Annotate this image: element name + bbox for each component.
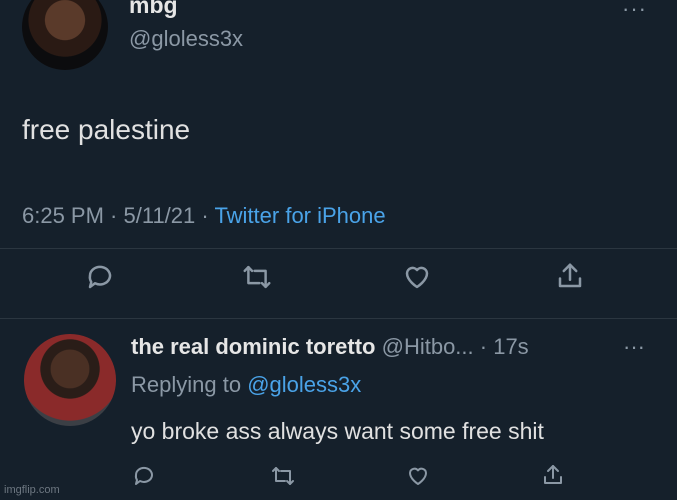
replying-label: Replying to bbox=[131, 372, 242, 397]
tweet-date: 5/11/21 bbox=[123, 203, 196, 228]
display-name[interactable]: the real dominic toretto bbox=[131, 334, 375, 359]
user-handle[interactable]: @gloless3x bbox=[129, 26, 243, 52]
reply-icon[interactable] bbox=[85, 262, 115, 292]
user-handle[interactable]: @Hitbo... bbox=[382, 334, 474, 359]
reply-icon[interactable] bbox=[132, 464, 156, 488]
reply-header: the real dominic toretto @Hitbo... · 17s bbox=[131, 334, 529, 360]
meta-separator: · bbox=[195, 203, 215, 228]
meta-separator: · bbox=[103, 203, 124, 228]
like-icon[interactable] bbox=[401, 262, 433, 292]
more-options-icon[interactable]: ··· bbox=[622, 0, 647, 22]
divider bbox=[0, 248, 677, 249]
avatar[interactable] bbox=[22, 0, 108, 70]
share-icon[interactable] bbox=[555, 260, 585, 292]
display-name[interactable]: mbg bbox=[129, 0, 178, 19]
divider bbox=[0, 318, 677, 319]
retweet-icon[interactable] bbox=[270, 464, 296, 488]
tweet-time[interactable]: · 17s bbox=[480, 334, 529, 359]
tweet-meta: 6:25 PM · 5/11/21 · Twitter for iPhone bbox=[22, 203, 386, 229]
retweet-icon[interactable] bbox=[241, 262, 273, 292]
tweet-time: 6:25 PM bbox=[22, 203, 104, 228]
tweet-source-link[interactable]: Twitter for iPhone bbox=[214, 203, 385, 228]
tweet-text: free palestine bbox=[22, 114, 191, 145]
replying-to-line: Replying to @gloless3x bbox=[131, 372, 361, 398]
like-icon[interactable] bbox=[405, 464, 431, 488]
watermark: imgflip.com bbox=[4, 484, 60, 496]
share-icon[interactable] bbox=[541, 462, 565, 488]
avatar[interactable] bbox=[24, 334, 116, 426]
replying-to-link[interactable]: @gloless3x bbox=[247, 372, 361, 397]
reply-text: yo broke ass always want some free shit bbox=[131, 418, 544, 444]
more-options-icon[interactable]: ··· bbox=[623, 334, 645, 360]
